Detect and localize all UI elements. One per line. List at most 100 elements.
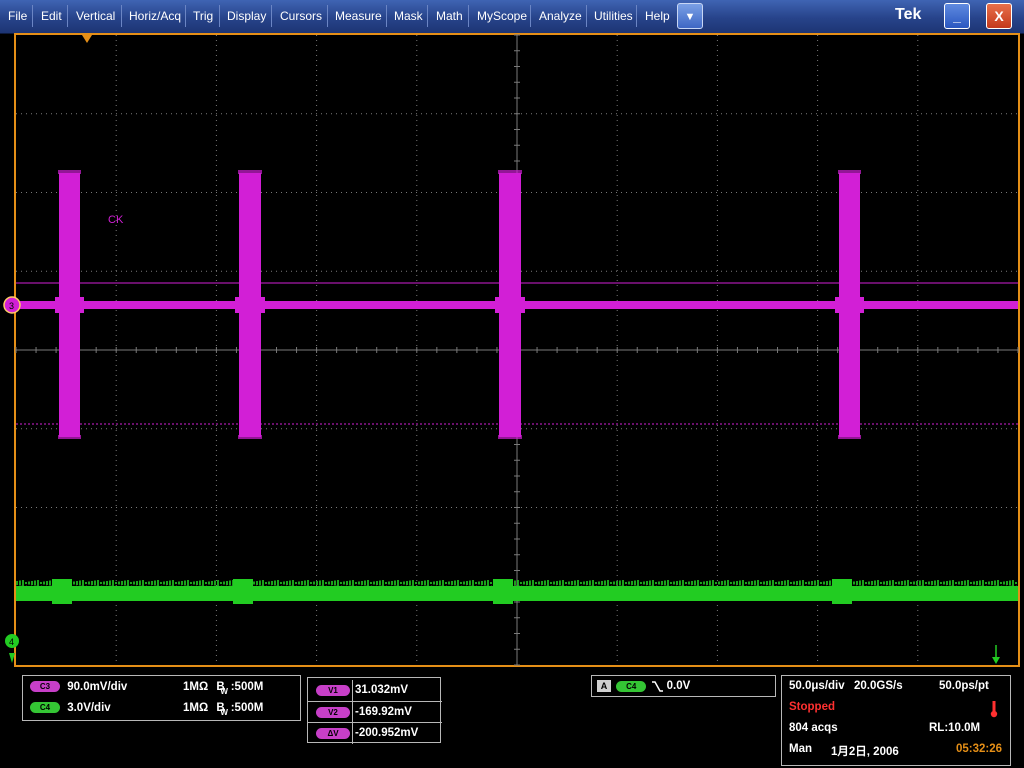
- menu-dropdown-button[interactable]: ▼: [677, 3, 703, 29]
- ch4-noise: [544, 580, 546, 586]
- menu-mask[interactable]: Mask: [394, 0, 423, 33]
- ch4-noise: [571, 581, 573, 585]
- menu-separator: [586, 5, 587, 27]
- ch4-noise: [784, 580, 786, 586]
- ch4-noise: [988, 581, 990, 585]
- ch4-noise: [478, 581, 480, 585]
- ch4-noise: [934, 580, 936, 586]
- menu-file[interactable]: File: [8, 0, 27, 33]
- menu-myscope[interactable]: MyScope: [477, 0, 527, 33]
- ch4-noise: [781, 581, 783, 585]
- ch4-noise: [127, 580, 129, 586]
- ch3-scale: 90.0mV/div: [67, 681, 128, 693]
- ch4-noise: [703, 581, 705, 585]
- trigger-position-icon[interactable]: [82, 35, 92, 43]
- ch3-burst-edge: [498, 435, 522, 439]
- ch4-noise: [367, 580, 369, 586]
- ch4-noise: [157, 580, 159, 586]
- ch4-noise: [169, 580, 171, 586]
- ch4-noise: [373, 581, 375, 585]
- ch4-noise: [787, 580, 789, 586]
- ch4-noise: [931, 581, 933, 585]
- ch4-noise: [370, 582, 372, 584]
- ch4-noise: [994, 580, 996, 586]
- menu-analyze[interactable]: Analyze: [539, 0, 582, 33]
- menu-separator: [327, 5, 328, 27]
- ch4-noise: [229, 580, 231, 586]
- trigger-source-pill: C4: [616, 680, 647, 692]
- ch4-noise: [583, 581, 585, 585]
- ch4-noise: [364, 580, 366, 586]
- ch4-bump: [832, 579, 852, 604]
- close-button[interactable]: X: [986, 3, 1012, 29]
- cursor-row-v2[interactable]: V2 -169.92mV: [308, 701, 442, 723]
- ch4-noise: [16, 581, 18, 585]
- ch4-noise: [304, 580, 306, 586]
- ch4-noise: [130, 582, 132, 584]
- ch4-noise: [886, 581, 888, 585]
- ch4-noise: [142, 580, 144, 586]
- ch4-noise: [466, 581, 468, 585]
- ch4-noise: [523, 581, 525, 585]
- ch4-noise: [259, 580, 261, 586]
- menu-display[interactable]: Display: [227, 0, 266, 33]
- ch3-readout[interactable]: C3 90.0mV/div: [30, 681, 127, 693]
- menu-trig[interactable]: Trig: [193, 0, 213, 33]
- ch4-noise: [316, 581, 318, 585]
- menu-cursors[interactable]: Cursors: [280, 0, 322, 33]
- ch4-noise: [718, 581, 720, 585]
- menu-edit[interactable]: Edit: [41, 0, 62, 33]
- record-length: RL:10.0M: [929, 722, 981, 734]
- menu-help[interactable]: Help: [645, 0, 670, 33]
- ch3-burst-edge: [838, 170, 861, 174]
- ch4-noise: [757, 580, 759, 586]
- ch4-noise: [337, 580, 339, 586]
- menu-utilities[interactable]: Utilities: [594, 0, 633, 33]
- thermometer-icon: [990, 701, 998, 718]
- ch4-band: [16, 586, 1018, 601]
- ch4-noise: [376, 581, 378, 585]
- trigger-level-arrow-icon[interactable]: [992, 657, 1000, 664]
- ch4-noise: [964, 580, 966, 586]
- menu-separator: [185, 5, 186, 27]
- ch4-noise: [670, 582, 672, 584]
- ch4-noise: [817, 580, 819, 586]
- ch4-noise: [667, 580, 669, 586]
- ch4-noise: [820, 582, 822, 584]
- ch4-noise: [406, 581, 408, 585]
- cursor-row-v1[interactable]: V1 31.032mV: [308, 680, 442, 701]
- ch4-noise: [286, 581, 288, 585]
- ch4-noise: [631, 581, 633, 585]
- ch4-noise: [133, 581, 135, 585]
- menu-vertical[interactable]: Vertical: [76, 0, 115, 33]
- ch4-noise: [895, 582, 897, 584]
- waveform-label: CK: [108, 214, 124, 226]
- menu-measure[interactable]: Measure: [335, 0, 382, 33]
- ch4-noise: [256, 581, 258, 585]
- ch4-readout[interactable]: C4 3.0V/div: [30, 702, 111, 714]
- menu-horiz-acq[interactable]: Horiz/Acq: [129, 0, 181, 33]
- cursor-readout-box[interactable]: V1 31.032mV V2 -169.92mV ΔV -200.952mV: [307, 677, 442, 744]
- ch4-noise: [652, 580, 654, 586]
- ch4-noise: [793, 581, 795, 585]
- menu-math[interactable]: Math: [436, 0, 463, 33]
- ch4-noise: [907, 580, 909, 586]
- ch4-noise: [106, 581, 108, 585]
- ch4-noise: [889, 580, 891, 586]
- ch4-noise: [862, 580, 864, 586]
- ch4-noise: [619, 580, 621, 586]
- ch4-arrow-icon: [9, 653, 15, 663]
- ch4-noise: [901, 581, 903, 585]
- acquisition-date: 1月2日, 2006: [831, 746, 899, 758]
- menu-separator: [271, 5, 272, 27]
- ch4-noise: [268, 581, 270, 585]
- ch4-noise: [916, 581, 918, 585]
- ch4-noise: [655, 582, 657, 584]
- ch4-noise: [145, 582, 147, 584]
- cursor-row-delta[interactable]: ΔV -200.952mV: [308, 722, 442, 744]
- ch4-noise: [31, 581, 33, 585]
- minimize-button[interactable]: _: [944, 3, 970, 29]
- ch4-noise: [682, 580, 684, 586]
- ch4-noise: [37, 580, 39, 586]
- ch4-noise: [214, 580, 216, 586]
